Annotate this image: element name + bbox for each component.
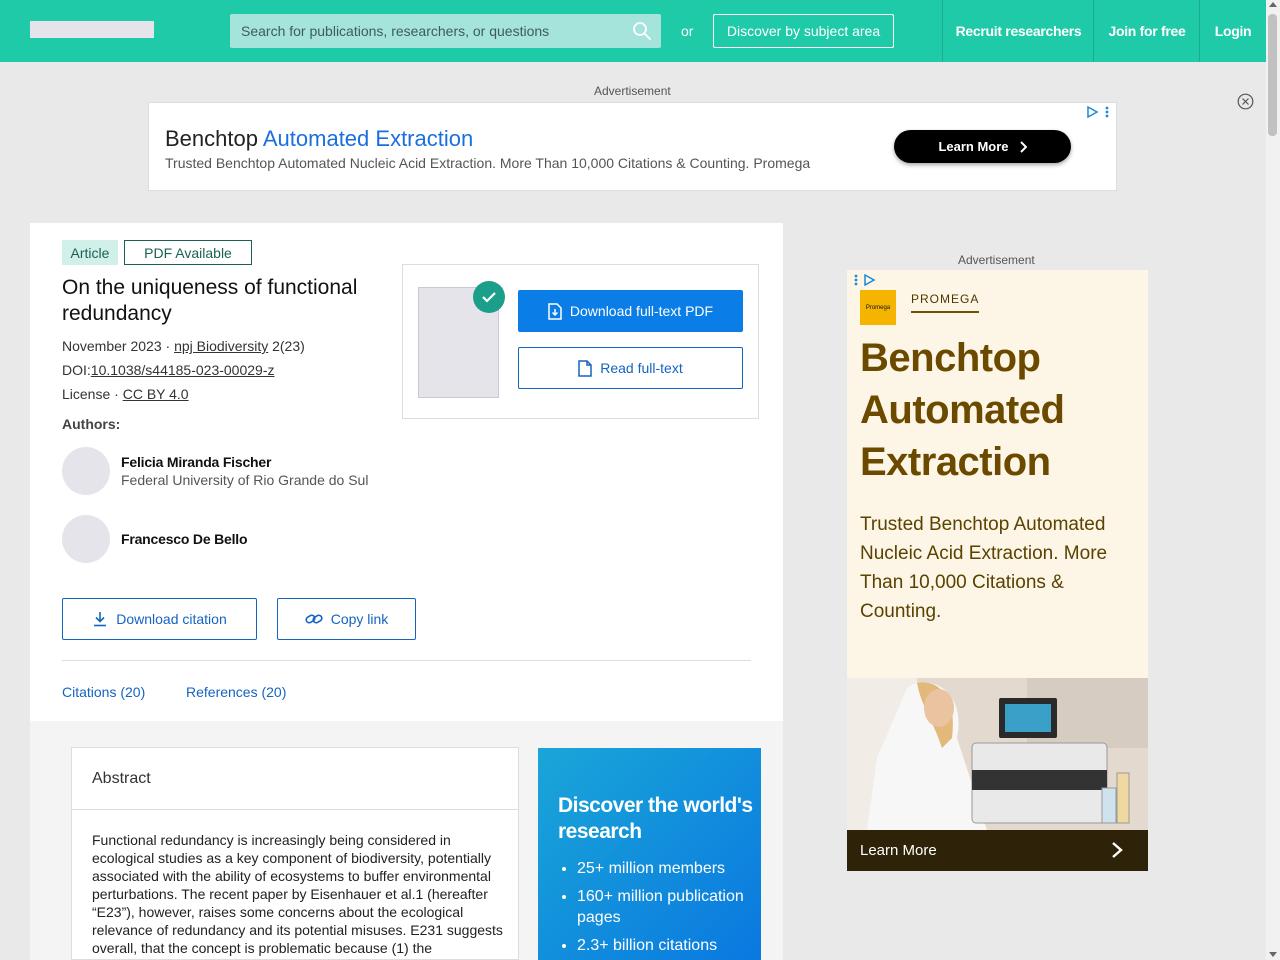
side-ad-headline: Benchtop Automated Extraction (860, 336, 1065, 484)
tab-references[interactable]: References (20) (186, 684, 286, 700)
top-ad-learn-more-button[interactable]: Learn More (894, 130, 1071, 163)
abstract-heading: Abstract (92, 770, 151, 787)
promo-stats-list: 25+ million members 160+ million publica… (577, 858, 752, 960)
nav-join-for-free[interactable]: Join for free (1093, 0, 1200, 62)
page-scrollbar[interactable] (1266, 0, 1280, 960)
close-ad-icon[interactable] (1237, 93, 1254, 110)
top-banner-ad[interactable]: Benchtop Automated Extraction Trusted Be… (148, 102, 1117, 191)
discover-by-subject-button[interactable]: Discover by subject area (713, 14, 894, 48)
tab-citations[interactable]: Citations (20) (62, 684, 145, 700)
lab-photo-image (847, 678, 1148, 830)
link-icon (305, 614, 323, 624)
abstract-text: Functional redundancy is increasingly be… (92, 832, 503, 956)
doi-link[interactable]: 10.1038/s44185-023-00029-z (91, 362, 275, 378)
top-ad-subtext: Trusted Benchtop Automated Nucleic Acid … (165, 155, 811, 171)
list-item: 160+ million publication pages (577, 886, 752, 928)
discover-research-promo[interactable]: Discover the world's research 25+ millio… (538, 748, 761, 960)
doi-line: DOI:10.1038/s44185-023-00029-z (62, 362, 275, 378)
or-separator: or (681, 23, 694, 39)
license-line: License · CC BY 4.0 (62, 386, 189, 402)
pdf-available-badge: PDF Available (124, 240, 252, 265)
page-title: On the uniqueness of functional redundan… (62, 276, 358, 325)
adchoices-icon[interactable] (853, 274, 877, 286)
nav-recruit-researchers[interactable]: Recruit researchers (942, 0, 1094, 62)
file-icon (578, 359, 592, 377)
search-box[interactable] (230, 14, 661, 48)
advertisement-label: Advertisement (958, 253, 1035, 267)
author-name[interactable]: Francesco De Bello (121, 531, 248, 547)
list-item: 25+ million members (577, 858, 752, 879)
promega-logo: Promega (860, 290, 896, 325)
scroll-up-arrow-icon[interactable] (1269, 2, 1277, 7)
list-item: 2.3+ billion citations (577, 935, 752, 956)
author-affiliation: Federal University of Rio Grande do Sul (121, 472, 369, 488)
authors-label: Authors: (62, 416, 121, 432)
avatar[interactable] (62, 447, 110, 495)
top-navigation-bar: or Discover by subject area Recruit rese… (0, 0, 1266, 62)
side-ad[interactable]: Promega PROMEGA Benchtop Automated Extra… (847, 270, 1148, 871)
adchoices-icon[interactable] (1086, 106, 1112, 118)
check-icon (473, 281, 505, 313)
download-icon (94, 612, 107, 627)
search-input[interactable] (230, 14, 620, 48)
author-name[interactable]: Felicia Miranda Fischer (121, 454, 271, 470)
journal-link[interactable]: npj Biodiversity (174, 338, 268, 354)
promo-heading: Discover the world's research (558, 794, 753, 843)
search-icon[interactable] (632, 21, 652, 41)
abstract-panel: Abstract Functional redundancy is increa… (71, 747, 519, 960)
advertisement-label: Advertisement (594, 84, 671, 98)
publication-meta: November 2023 · npj Biodiversity 2(23) (62, 338, 305, 354)
scrollbar-thumb[interactable] (1268, 14, 1277, 136)
full-text-panel: Download full-text PDF Read full-text (402, 264, 759, 419)
license-link[interactable]: CC BY 4.0 (123, 386, 189, 402)
copy-link-button[interactable]: Copy link (277, 598, 416, 640)
download-full-text-pdf-button[interactable]: Download full-text PDF (518, 290, 743, 332)
chevron-right-icon (1112, 842, 1123, 858)
chevron-right-icon (1019, 140, 1027, 153)
download-citation-button[interactable]: Download citation (62, 598, 257, 640)
avatar[interactable] (62, 515, 110, 563)
article-type-badge: Article (62, 240, 118, 265)
side-ad-body: Trusted Benchtop Automated Nucleic Acid … (860, 514, 1108, 622)
abstract-divider (72, 809, 518, 810)
ad-brand-name: PROMEGA (911, 292, 980, 313)
file-download-icon (548, 302, 562, 320)
read-full-text-button[interactable]: Read full-text (518, 347, 743, 389)
nav-login[interactable]: Login (1199, 0, 1266, 62)
scroll-down-arrow-icon[interactable] (1269, 952, 1277, 957)
section-divider (62, 660, 751, 661)
side-ad-learn-more-button[interactable]: Learn More (847, 830, 1148, 871)
top-ad-headline: Benchtop Automated Extraction (165, 126, 474, 151)
article-card: Article PDF Available On the uniqueness … (30, 223, 783, 721)
site-logo[interactable] (30, 21, 154, 38)
